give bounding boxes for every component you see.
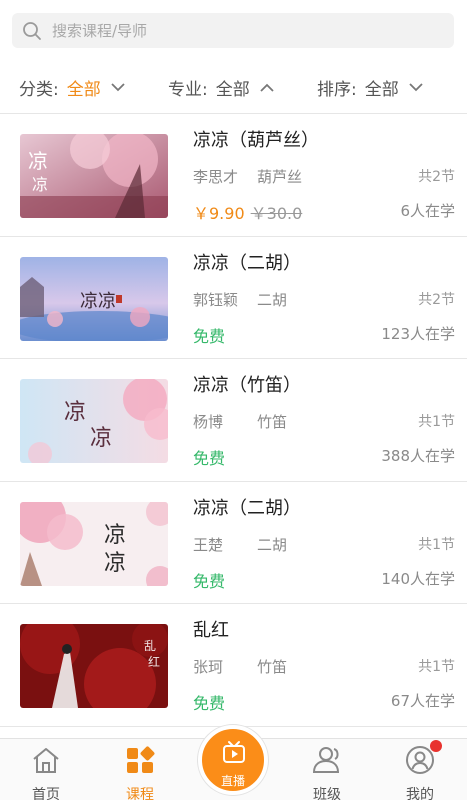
course-sessions: 共1节 — [418, 659, 455, 675]
course-learners: 6人在学 — [400, 202, 455, 220]
svg-text:凉: 凉 — [90, 426, 112, 451]
filter-category-value: 全部 — [66, 80, 101, 100]
course-major: 二胡 — [257, 290, 288, 309]
svg-text:凉: 凉 — [104, 523, 126, 548]
search-input[interactable]: 搜索课程/导师 — [12, 13, 454, 48]
nav-classes-label: 班级 — [313, 787, 341, 800]
course-sessions: 共2节 — [418, 169, 455, 185]
nav-home[interactable]: 首页 — [11, 739, 81, 800]
course-thumbnail: 凉 凉 — [20, 501, 168, 586]
svg-text:凉: 凉 — [28, 149, 48, 173]
nav-mine[interactable]: 我的 — [385, 739, 455, 800]
course-price: 免费 — [193, 326, 226, 346]
course-sessions: 共1节 — [418, 414, 455, 430]
chevron-down-icon — [111, 83, 125, 92]
course-teacher: 李思才 — [193, 168, 239, 186]
courses-icon — [127, 746, 155, 773]
nav-live-button[interactable]: 直播 — [198, 725, 268, 795]
nav-courses-label: 课程 — [126, 787, 154, 800]
course-price: 免费 — [193, 571, 226, 591]
filter-major-label: 专业: — [168, 80, 208, 100]
filter-major[interactable]: 专业: 全部 — [168, 62, 274, 114]
course-title: 凉凉（葫芦丝） — [193, 130, 319, 151]
course-price: ￥9.90 ￥30.0 — [193, 200, 302, 224]
nav-live-label: 直播 — [220, 774, 245, 788]
course-teacher: 王楚 — [193, 535, 224, 554]
course-list: 凉 凉 凉凉（葫芦丝） 李思才 葫芦丝 共2节 ￥9.90 ￥30.0 6人在学 … — [0, 114, 467, 727]
course-major: 竹笛 — [257, 658, 288, 676]
svg-text:乱: 乱 — [144, 639, 156, 653]
notification-badge — [430, 740, 442, 752]
nav-mine-label: 我的 — [406, 787, 434, 800]
filter-sort-value: 全部 — [364, 80, 399, 100]
course-sessions: 共2节 — [418, 291, 455, 308]
course-thumbnail: 凉凉 — [20, 256, 168, 341]
filter-major-value: 全部 — [215, 80, 250, 100]
chevron-up-icon — [260, 83, 274, 92]
group-icon — [312, 747, 340, 773]
course-price: 免费 — [193, 694, 226, 713]
svg-text:凉凉: 凉凉 — [80, 291, 116, 312]
filter-sort[interactable]: 排序: 全部 — [317, 62, 423, 114]
current-price: ￥9.90 — [193, 204, 245, 223]
nav-classes[interactable]: 班级 — [292, 739, 362, 800]
course-sessions: 共1节 — [418, 536, 455, 553]
course-teacher: 郭钰颖 — [193, 290, 239, 309]
search-bar: 搜索课程/导师 — [0, 0, 467, 62]
course-title: 乱红 — [193, 620, 229, 641]
filter-category[interactable]: 分类: 全部 — [19, 62, 125, 114]
svg-text:凉: 凉 — [104, 551, 126, 576]
home-icon — [33, 748, 59, 773]
course-thumbnail: 凉 凉 — [20, 379, 168, 463]
course-price: 免费 — [193, 449, 226, 468]
course-title: 凉凉（二胡） — [193, 252, 301, 274]
svg-text:凉: 凉 — [32, 175, 48, 194]
search-icon — [23, 21, 41, 40]
course-thumbnail: 凉 凉 — [20, 134, 168, 218]
course-major: 葫芦丝 — [257, 168, 303, 186]
course-learners: 388人在学 — [381, 447, 455, 465]
course-learners: 140人在学 — [381, 569, 455, 588]
course-title: 凉凉（竹笛） — [193, 375, 301, 396]
course-row[interactable]: 乱 红 乱红 张珂 竹笛 共1节 免费 67人在学 — [0, 604, 467, 727]
filter-sort-label: 排序: — [317, 80, 357, 100]
nav-courses[interactable]: 课程 — [105, 739, 175, 800]
course-learners: 123人在学 — [381, 324, 455, 343]
nav-home-label: 首页 — [32, 787, 60, 800]
tv-play-icon — [223, 741, 245, 763]
svg-text:红: 红 — [148, 654, 160, 669]
svg-text:凉: 凉 — [64, 400, 86, 425]
filter-bar: 分类: 全部 专业: 全部 排序: 全部 — [0, 62, 467, 114]
course-teacher: 张珂 — [193, 658, 224, 676]
original-price: ￥30.0 — [250, 204, 303, 223]
course-row[interactable]: 凉凉 凉凉（二胡） 郭钰颖 二胡 共2节 免费 123人在学 — [0, 237, 467, 359]
course-teacher: 杨博 — [193, 413, 224, 431]
course-thumbnail: 乱 红 — [20, 624, 168, 708]
course-row[interactable]: 凉 凉 凉凉（葫芦丝） 李思才 葫芦丝 共2节 ￥9.90 ￥30.0 6人在学 — [0, 114, 467, 237]
chevron-down-icon — [409, 83, 423, 92]
course-major: 二胡 — [257, 535, 288, 554]
course-learners: 67人在学 — [390, 692, 455, 710]
course-title: 凉凉（二胡） — [193, 497, 301, 519]
course-row[interactable]: 凉 凉 凉凉（二胡） 王楚 二胡 共1节 免费 140人在学 — [0, 482, 467, 604]
course-major: 竹笛 — [257, 413, 288, 431]
course-row[interactable]: 凉 凉 凉凉（竹笛） 杨博 竹笛 共1节 免费 388人在学 — [0, 359, 467, 482]
filter-category-label: 分类: — [19, 80, 59, 100]
search-placeholder: 搜索课程/导师 — [52, 22, 148, 40]
